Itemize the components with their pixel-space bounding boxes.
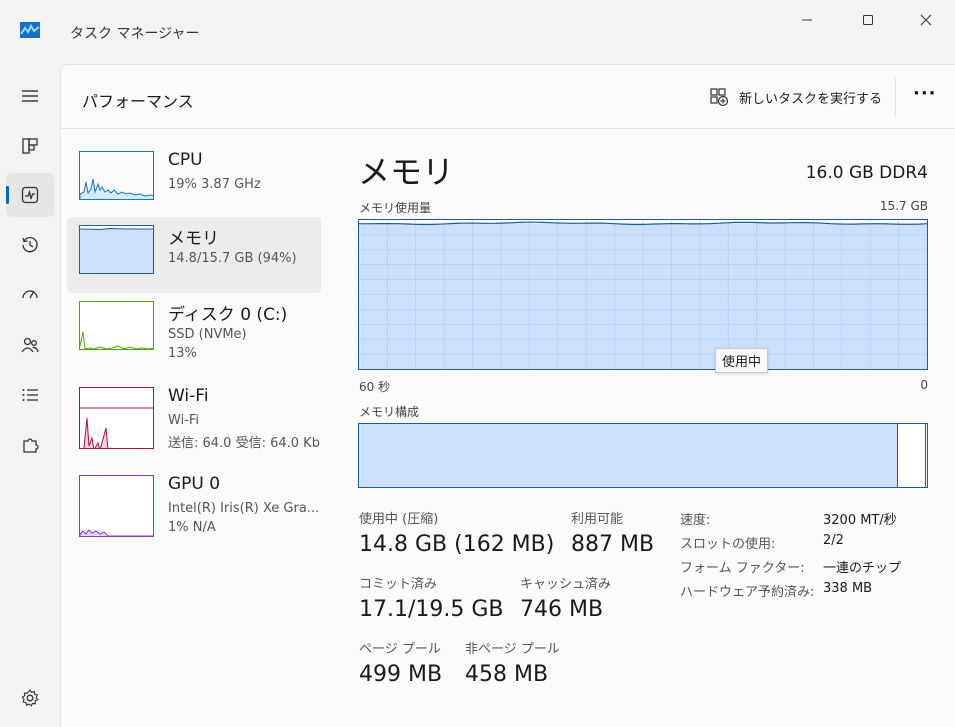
device-name: ディスク 0 (C:) — [168, 305, 288, 325]
minimize-icon — [802, 19, 812, 21]
task-manager-app-icon — [20, 22, 40, 38]
device-throughput: 送信: 64.0 受信: 64.0 Kb — [168, 436, 320, 451]
graph-axis-left: 60 秒 — [359, 380, 391, 394]
services-puzzle-icon — [23, 438, 39, 453]
cpu-thumbnail-graph — [79, 151, 154, 200]
close-button[interactable] — [911, 8, 941, 32]
hamburger-icon — [22, 90, 38, 102]
nav-settings[interactable] — [6, 676, 54, 720]
spec-key-form-factor: フォーム ファクター: — [680, 561, 805, 576]
graph-axis-right: 0 — [920, 378, 928, 392]
memory-composition-bar[interactable] — [358, 423, 928, 488]
device-item-cpu[interactable]: CPU 19% 3.87 GHz — [67, 143, 321, 219]
device-adapter: Wi-Fi — [168, 413, 200, 428]
composition-label: メモリ構成 — [359, 405, 420, 419]
usage-graph-max: 15.7 GB — [879, 199, 928, 213]
spec-value-speed: 3200 MT/秒 — [823, 513, 897, 528]
detail-title: メモリ — [358, 153, 455, 191]
gpu-thumbnail-graph — [79, 475, 154, 537]
close-icon — [920, 14, 932, 26]
composition-in-use-segment — [359, 424, 898, 487]
available-value: 887 MB — [571, 532, 655, 557]
navigation-rail — [0, 64, 60, 727]
available-label: 利用可能 — [571, 512, 624, 527]
nav-services[interactable] — [6, 423, 54, 467]
hamburger-menu-button[interactable] — [6, 74, 54, 118]
in-use-value: 14.8 GB (162 MB) — [359, 532, 555, 557]
composition-modified-segment — [925, 424, 926, 487]
cached-value: 746 MB — [520, 597, 604, 622]
wifi-thumbnail-graph — [79, 387, 154, 449]
device-type: SSD (NVMe) — [168, 327, 247, 342]
nav-processes[interactable] — [6, 124, 54, 168]
new-task-icon — [710, 88, 729, 107]
spec-key-reserved: ハードウェア予約済み: — [680, 585, 815, 600]
startup-gauge-icon — [22, 290, 38, 299]
memory-usage-graph[interactable] — [358, 219, 928, 370]
device-name: Wi-Fi — [168, 386, 209, 406]
device-name: GPU 0 — [168, 474, 221, 494]
gear-icon — [21, 689, 39, 707]
memory-thumbnail-graph — [79, 225, 154, 274]
header-divider — [895, 77, 896, 117]
spec-value-form-factor: 一連のチップ — [823, 561, 902, 576]
page-title: パフォーマンス — [82, 92, 194, 111]
committed-value: 17.1/19.5 GB — [359, 597, 504, 622]
spec-key-speed: 速度: — [680, 513, 711, 528]
maximize-icon — [863, 15, 873, 25]
paged-pool-value: 499 MB — [359, 662, 443, 687]
maximize-button[interactable] — [853, 8, 883, 32]
device-item-disk[interactable]: ディスク 0 (C:) SSD (NVMe) 13% — [67, 293, 321, 369]
spec-value-slots: 2/2 — [823, 533, 844, 548]
memory-spec: 16.0 GB DDR4 — [805, 163, 928, 183]
paged-pool-label: ページ プール — [359, 642, 441, 657]
nav-app-history[interactable] — [6, 223, 54, 267]
device-name: メモリ — [168, 229, 219, 249]
nav-performance[interactable] — [6, 173, 54, 217]
nav-startup-apps[interactable] — [6, 273, 54, 317]
device-model: Intel(R) Iris(R) Xe Gra... — [168, 501, 320, 516]
run-new-task-label: 新しいタスクを実行する — [739, 91, 883, 107]
details-list-icon — [22, 389, 38, 401]
more-options-icon[interactable]: ··· — [913, 83, 937, 104]
committed-label: コミット済み — [359, 577, 438, 592]
device-item-memory[interactable]: メモリ 14.8/15.7 GB (94%) — [67, 217, 321, 293]
window-title: タスク マネージャー — [70, 26, 200, 42]
spec-value-reserved: 338 MB — [823, 581, 873, 596]
device-item-gpu[interactable]: GPU 0 Intel(R) Iris(R) Xe Gra... 1% N/A — [67, 467, 321, 543]
history-icon — [22, 237, 38, 253]
performance-icon — [21, 186, 39, 204]
device-usage: 1% N/A — [168, 520, 216, 535]
memory-usage-graph-svg — [358, 220, 928, 369]
usage-graph-label: メモリ使用量 — [359, 201, 432, 215]
graph-tooltip: 使用中 — [715, 348, 769, 373]
disk-thumbnail-graph — [79, 301, 154, 350]
page-header: パフォーマンス 新しいタスクを実行する ··· — [61, 65, 955, 129]
nonpaged-pool-value: 458 MB — [465, 662, 549, 687]
users-icon — [21, 337, 39, 353]
nav-details[interactable] — [6, 373, 54, 417]
device-usage: 13% — [168, 346, 197, 361]
device-item-wifi[interactable]: Wi-Fi Wi-Fi 送信: 64.0 受信: 64.0 Kb — [67, 379, 321, 455]
in-use-label: 使用中 (圧縮) — [359, 512, 439, 527]
processes-icon — [22, 138, 38, 154]
run-new-task-button[interactable]: 新しいタスクを実行する — [709, 85, 882, 109]
main-panel: パフォーマンス 新しいタスクを実行する ··· CPU 19% 3.87 GHz… — [60, 64, 955, 727]
nav-users[interactable] — [6, 323, 54, 367]
minimize-button[interactable] — [792, 8, 822, 32]
title-bar: タスク マネージャー — [0, 0, 955, 64]
device-usage: 14.8/15.7 GB (94%) — [168, 251, 297, 266]
device-usage: 19% 3.87 GHz — [168, 177, 261, 192]
spec-key-slots: スロットの使用: — [680, 537, 776, 552]
cached-label: キャッシュ済み — [520, 577, 612, 592]
nonpaged-pool-label: 非ページ プール — [465, 642, 560, 657]
device-name: CPU — [168, 150, 203, 170]
